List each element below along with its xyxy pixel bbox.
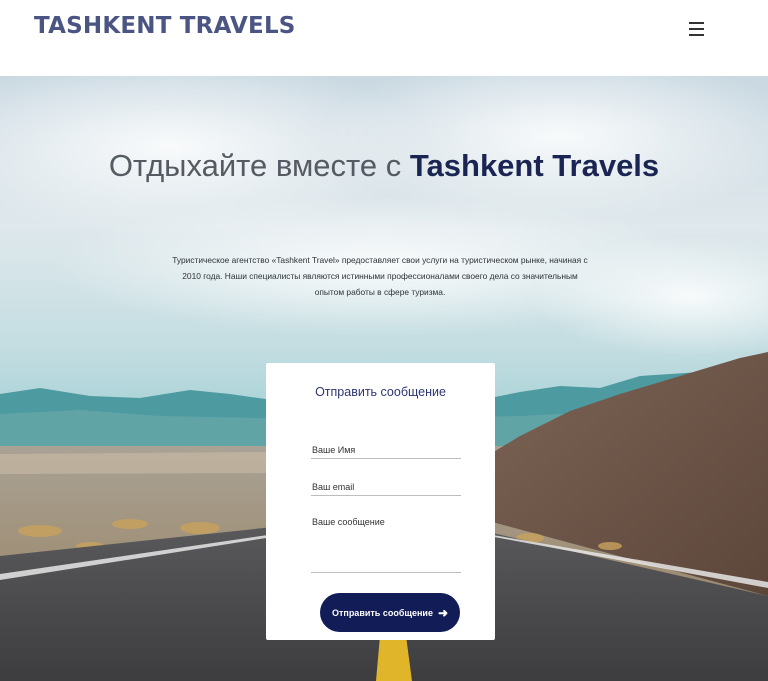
arrow-right-icon: ➜ (437, 605, 449, 620)
hero-description: Туристическое агентство «Tashkent Travel… (172, 255, 588, 297)
contact-form-card: Отправить сообщение Отправить сообщение … (266, 363, 495, 640)
headline-brand: Tashkent Travels (409, 148, 660, 183)
contact-form-title: Отправить сообщение (315, 385, 446, 399)
hero-section: Отдыхайте вместе с Tashkent Travels Тури… (0, 76, 768, 681)
name-field[interactable] (311, 443, 461, 459)
hero-headline: Отдыхайте вместе с Tashkent Travels (0, 148, 768, 184)
site-logo[interactable]: TASHKENT TRAVELS (34, 13, 296, 39)
email-field[interactable] (311, 480, 461, 496)
hamburger-menu-icon[interactable] (686, 18, 708, 40)
send-message-label: Отправить сообщение (331, 607, 433, 618)
send-message-button[interactable]: Отправить сообщение ➜ (320, 593, 460, 632)
headline-prefix: Отдыхайте вместе с (108, 148, 402, 183)
message-field[interactable] (311, 516, 461, 573)
site-header: TASHKENT TRAVELS (0, 0, 768, 76)
